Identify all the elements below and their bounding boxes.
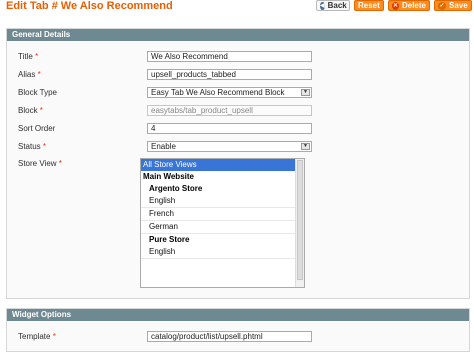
delete-button[interactable]: ✕ Delete [388,0,430,11]
block-type-label: Block Type [18,88,57,97]
store-view-option-english-pure[interactable]: English [141,246,304,259]
block-label-row: Block * [18,105,43,117]
save-icon: ✓ [438,1,446,10]
scrollbar-thumb[interactable] [297,160,303,280]
store-view-scrollbar[interactable] [295,159,304,287]
store-view-option-french[interactable]: French [141,208,304,221]
required-mark: * [37,70,41,79]
store-view-group-argento-store: Argento Store [149,184,203,193]
template-label: Template [18,332,51,341]
widget-options-heading: Widget Options [7,309,469,321]
back-button-label: Back [327,1,347,10]
alias-input[interactable]: upsell_products_tabbed [147,69,312,80]
back-button[interactable]: ◀ Back [316,0,350,11]
status-value: Enable [151,142,176,151]
chevron-down-icon: ▼ [301,89,310,96]
required-mark: * [58,159,62,168]
sort-order-input[interactable]: 4 [147,123,312,134]
block-label: Block [18,106,38,115]
save-button[interactable]: ✓ Save [434,0,472,11]
chevron-down-icon: ▼ [301,143,310,150]
page-title: Edit Tab # We Also Recommend [6,0,173,12]
widget-options-section: Widget Options Template * catalog/produc… [6,308,470,352]
title-input[interactable]: We Also Recommend [147,51,312,62]
back-arrow-icon: ◀ [320,1,325,10]
block-input[interactable]: easytabs/tab_product_upsell [147,105,312,116]
store-view-label: Store View [18,159,57,168]
save-button-label: Save [449,1,468,10]
delete-button-label: Delete [401,1,426,10]
required-mark: * [35,52,39,61]
template-input[interactable]: catalog/product/list/upsell.phtml [147,331,312,342]
reset-button-label: Reset [358,1,380,10]
block-type-value: Easy Tab We Also Recommend Block [151,88,285,97]
store-view-group-pure-store: Pure Store [149,235,190,244]
reset-button[interactable]: Reset [354,0,384,11]
delete-icon: ✕ [392,1,399,10]
store-view-option-german[interactable]: German [141,221,304,234]
alias-label: Alias [18,70,36,79]
template-label-row: Template * [18,331,56,343]
sort-order-label: Sort Order [18,124,56,133]
alias-label-row: Alias * [18,69,41,81]
title-label: Title [18,52,33,61]
store-view-option-english[interactable]: English [141,195,304,208]
store-view-label-row: Store View * [18,158,62,170]
store-view-group-main-website: Main Website [143,172,194,181]
status-select[interactable]: Enable ▼ [147,141,312,152]
status-label-row: Status * [18,141,46,153]
general-details-heading: General Details [7,29,469,41]
required-mark: * [39,106,43,115]
store-view-option-all[interactable]: All Store Views [141,159,304,171]
block-type-select[interactable]: Easy Tab We Also Recommend Block ▼ [147,87,312,98]
required-mark: * [42,142,47,151]
title-label-row: Title * [18,51,38,63]
required-mark: * [52,332,56,341]
status-label: Status [18,142,41,151]
store-view-multiselect[interactable]: All Store Views Main Website Argento Sto… [140,158,305,288]
